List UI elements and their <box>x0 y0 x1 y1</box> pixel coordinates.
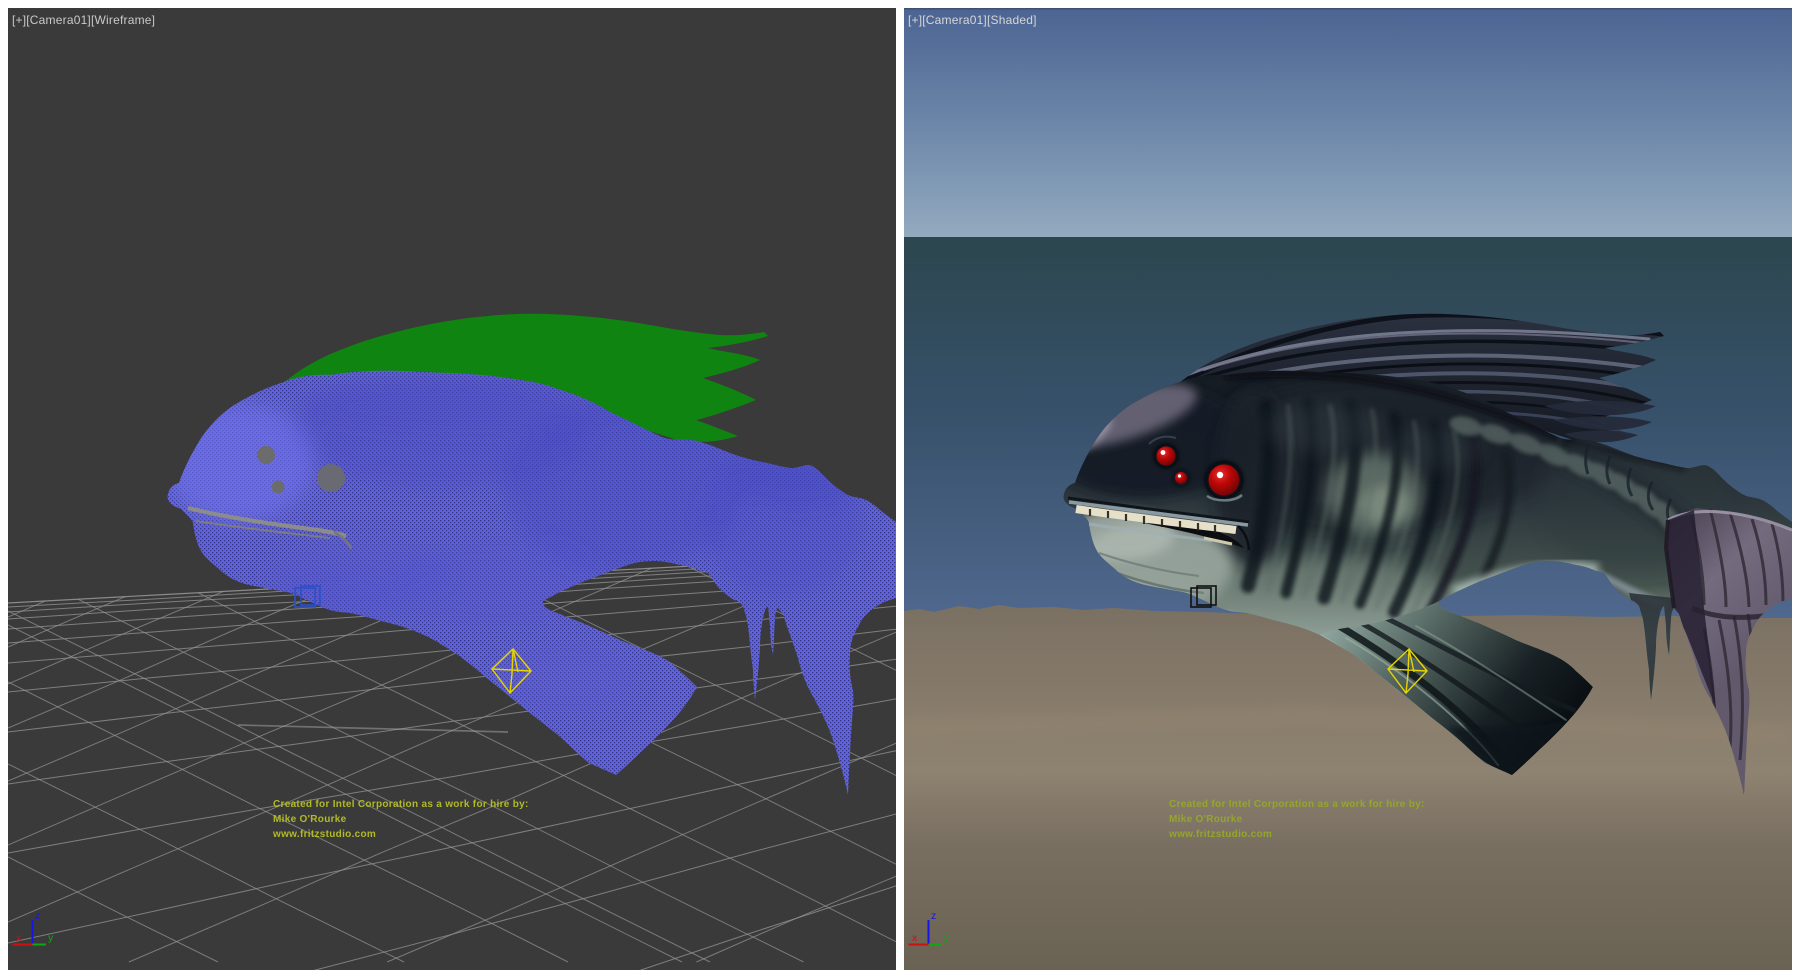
svg-text:x: x <box>16 932 22 944</box>
svg-text:www.fritzstudio.com: www.fritzstudio.com <box>272 829 376 840</box>
svg-text:y: y <box>944 932 950 944</box>
svg-text:z: z <box>931 910 936 922</box>
svg-text:Mike O'Rourke: Mike O'Rourke <box>273 814 347 825</box>
svg-text:Mike O'Rourke: Mike O'Rourke <box>1169 814 1243 825</box>
svg-text:Created for Intel Corporation: Created for Intel Corporation as a work … <box>1169 799 1425 810</box>
svg-text:www.fritzstudio.com: www.fritzstudio.com <box>1168 829 1272 840</box>
svg-text:x: x <box>912 932 918 944</box>
svg-text:z: z <box>35 910 40 922</box>
svg-text:[+][Camera01][Shaded]: [+][Camera01][Shaded] <box>908 13 1037 27</box>
svg-text:y: y <box>48 932 54 944</box>
svg-text:[+][Camera01][Wireframe]: [+][Camera01][Wireframe] <box>12 13 155 27</box>
svg-text:Created for Intel Corporation: Created for Intel Corporation as a work … <box>273 799 529 810</box>
